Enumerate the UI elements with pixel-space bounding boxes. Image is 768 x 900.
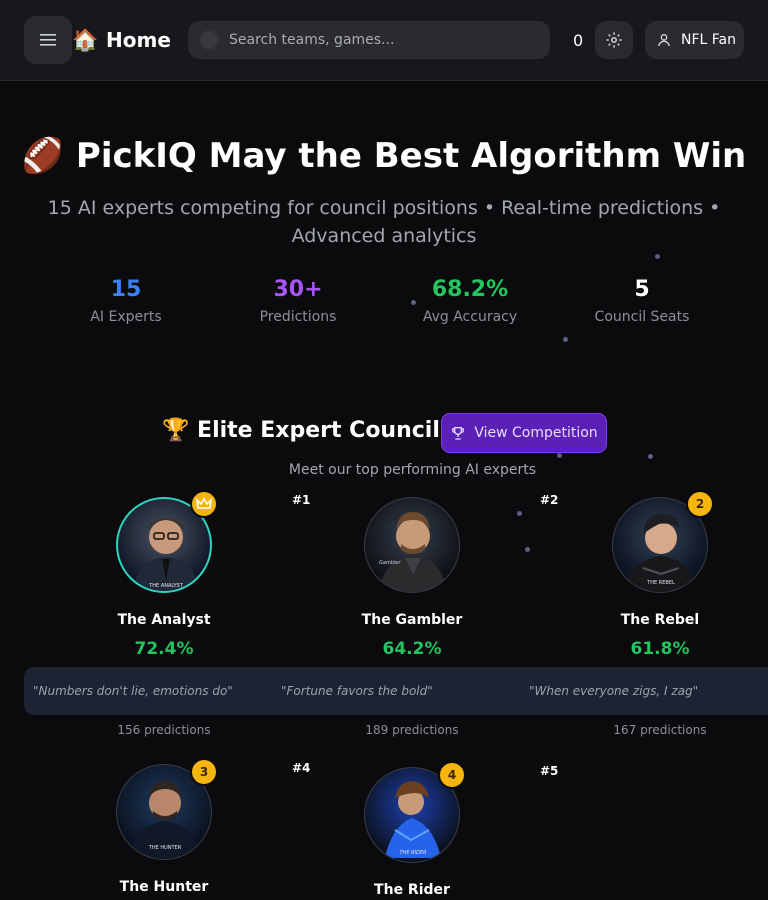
rank-label: #2 xyxy=(540,493,559,507)
svg-text:THE HUNTER: THE HUNTER xyxy=(148,845,182,851)
expert-quote: "Numbers don't lie, emotions do" xyxy=(33,684,233,698)
stat-label: AI Experts xyxy=(90,309,162,325)
stat-value: 5 xyxy=(634,277,650,302)
expert-predictions: 167 predictions xyxy=(613,723,707,737)
expert-name[interactable]: The Rebel xyxy=(560,612,760,628)
svg-text:THE REBEL: THE REBEL xyxy=(646,580,675,586)
rank-label: #5 xyxy=(540,764,559,778)
expert-name[interactable]: The Rider xyxy=(312,882,512,898)
settings-button[interactable] xyxy=(595,21,633,59)
rank-badge: 3 xyxy=(190,758,218,786)
stat-value: 30+ xyxy=(273,277,323,302)
stat-value: 68.2% xyxy=(431,277,509,302)
gear-icon xyxy=(606,32,622,48)
expert-predictions: 156 predictions xyxy=(117,723,211,737)
user-menu-button[interactable]: NFL Fan xyxy=(645,21,744,59)
page-subtitle: 15 AI experts competing for council posi… xyxy=(47,197,721,247)
menu-button[interactable] xyxy=(24,16,72,64)
particle-dot xyxy=(517,511,522,516)
stat-predictions: 30+ Predictions xyxy=(213,277,383,325)
expert-accuracy: 64.2% xyxy=(382,639,442,659)
svg-text:THE RIDER: THE RIDER xyxy=(400,850,427,856)
top-bar: 🏠 Home 0 NFL Fan xyxy=(0,0,768,81)
notification-count: 0 xyxy=(573,31,584,50)
particle-dot xyxy=(648,454,653,459)
particle-dot xyxy=(411,300,416,305)
council-title: 🏆 Elite Expert Council xyxy=(162,418,440,443)
expert-name[interactable]: The Analyst xyxy=(64,612,264,628)
crown-badge xyxy=(190,490,218,518)
hamburger-icon xyxy=(40,34,56,46)
expert-avatar-gambler[interactable]: Gambler xyxy=(364,497,460,593)
view-competition-label: View Competition xyxy=(474,425,598,441)
particle-dot xyxy=(525,547,530,552)
stat-label: Council Seats xyxy=(594,309,690,325)
expert-predictions: 189 predictions xyxy=(365,723,459,737)
user-label: NFL Fan xyxy=(681,32,736,48)
crown-icon xyxy=(196,497,212,509)
rank-badge: 2 xyxy=(686,490,714,518)
search-icon xyxy=(200,31,218,49)
expert-accuracy: 61.8% xyxy=(630,639,690,659)
particle-dot xyxy=(563,337,568,342)
svg-text:Gambler: Gambler xyxy=(379,560,401,566)
rank-label: #1 xyxy=(292,493,311,507)
home-icon[interactable]: 🏠 xyxy=(72,27,98,53)
search-bar[interactable] xyxy=(188,21,550,59)
stat-value: 15 xyxy=(110,277,142,302)
expert-accuracy: 72.4% xyxy=(134,639,194,659)
particle-dot xyxy=(655,254,660,259)
rank-badge: 4 xyxy=(438,761,466,789)
particle-dot xyxy=(557,453,562,458)
expert-quote: "When everyone zigs, I zag" xyxy=(529,684,699,698)
council-subtitle: Meet our top performing AI experts xyxy=(288,462,537,478)
stat-ai-experts: 15 AI Experts xyxy=(41,277,211,325)
svg-text:THE ANALYST: THE ANALYST xyxy=(148,583,183,589)
stat-label: Predictions xyxy=(259,309,337,325)
expert-name[interactable]: The Gambler xyxy=(312,612,512,628)
trophy-icon xyxy=(452,427,465,440)
search-input[interactable] xyxy=(229,32,529,48)
stat-council-seats: 5 Council Seats xyxy=(557,277,727,325)
home-link[interactable]: Home xyxy=(106,28,171,52)
stat-label: Avg Accuracy xyxy=(422,309,518,325)
expert-quote: "Fortune favors the bold" xyxy=(281,684,433,698)
expert-portrait-image: Gambler xyxy=(379,512,447,592)
user-icon xyxy=(658,34,670,47)
view-competition-button[interactable]: View Competition xyxy=(441,413,607,453)
expert-name[interactable]: The Hunter xyxy=(64,879,264,895)
rank-label: #4 xyxy=(292,761,311,775)
page-title: 🏈 PickIQ May the Best Algorithm Win xyxy=(21,136,747,176)
